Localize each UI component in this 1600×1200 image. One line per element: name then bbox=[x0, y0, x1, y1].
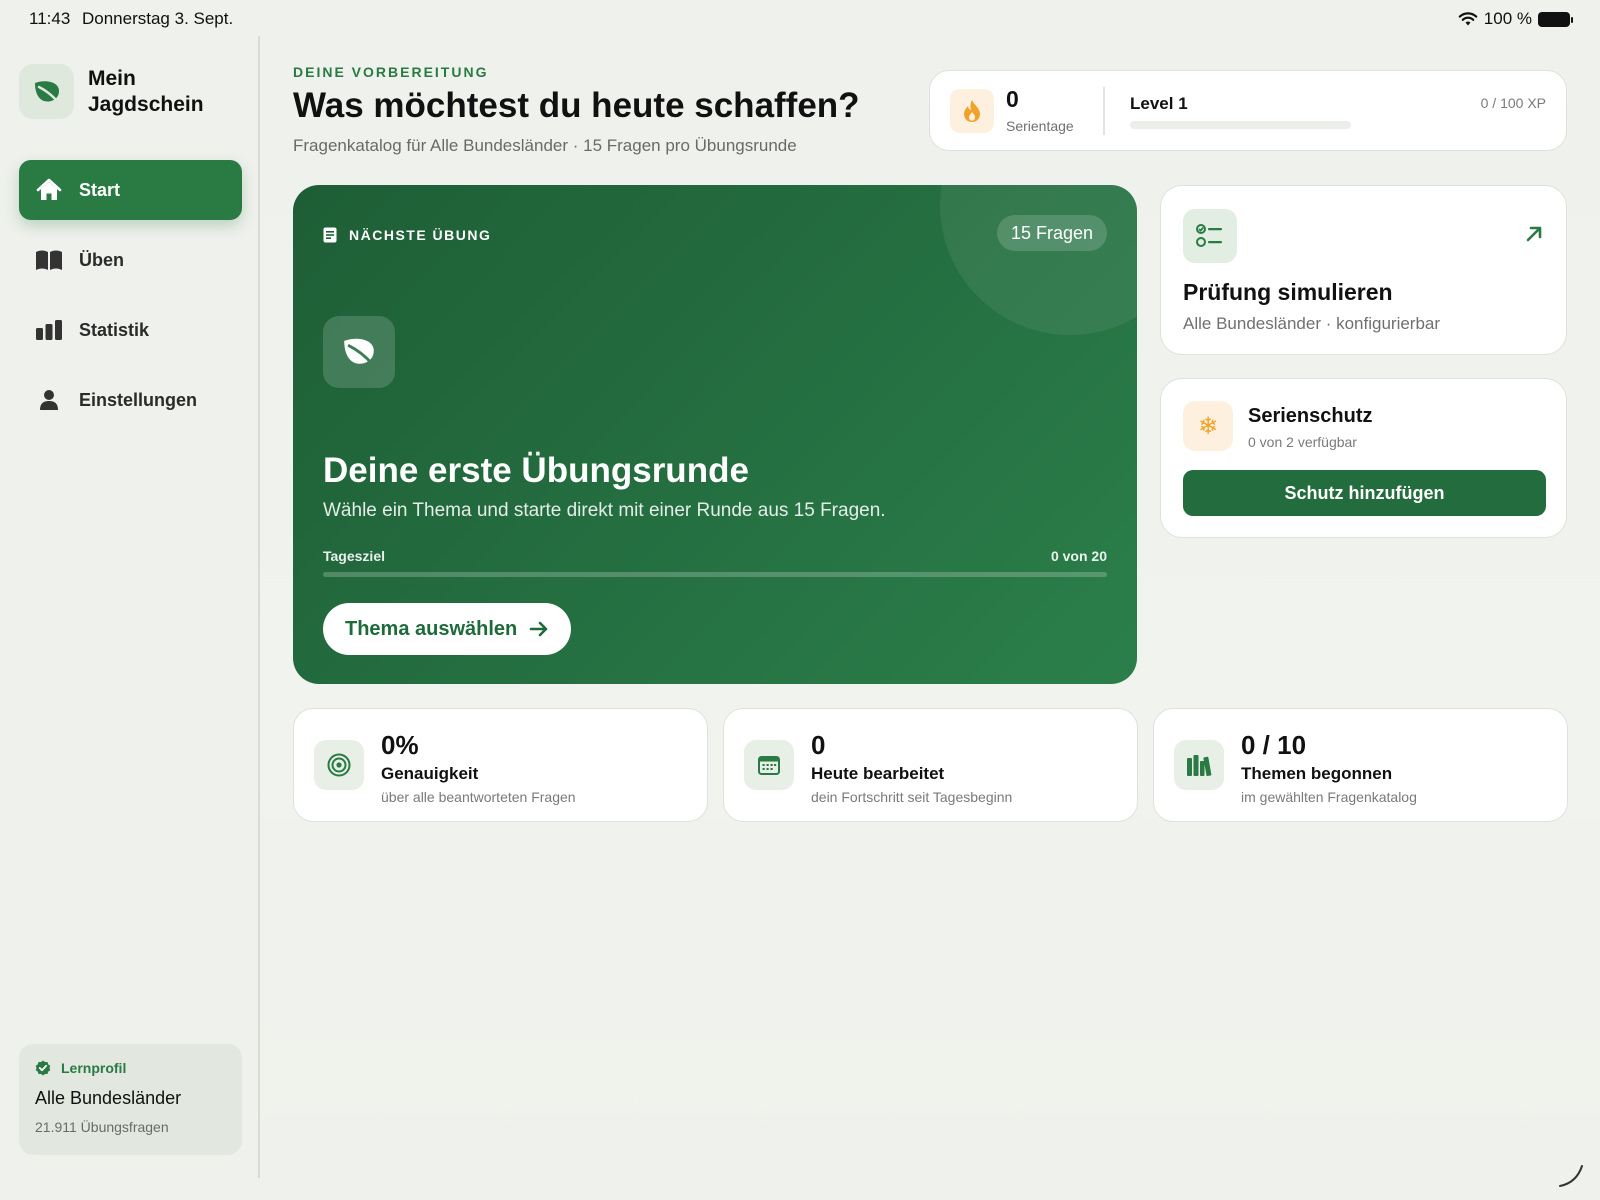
divider bbox=[1103, 87, 1105, 135]
stat-value: 0% bbox=[381, 730, 419, 760]
next-exercise-card: NÄCHSTE ÜBUNG 15 Fragen Deine erste Übun… bbox=[293, 185, 1137, 684]
protection-subtitle: 0 von 2 verfügbar bbox=[1248, 434, 1357, 450]
profile-heading: Lernprofil bbox=[35, 1060, 226, 1076]
brand-name: Mein Jagdschein bbox=[88, 66, 204, 116]
status-bar: 11:43 Donnerstag 3. Sept. 100 % bbox=[0, 0, 1600, 36]
stat-label: Genauigkeit bbox=[381, 764, 479, 783]
battery-percent: 100 % bbox=[1483, 9, 1532, 28]
daily-goal-label: Tagesziel bbox=[323, 548, 385, 564]
stat-today: 0 Heute bearbeitet dein Fortschritt seit… bbox=[723, 708, 1138, 822]
arrow-right-icon bbox=[529, 621, 548, 637]
stat-subtitle: über alle beantworteten Fragen bbox=[381, 789, 576, 805]
progress-card[interactable]: 0 Serientage Level 1 0 / 100 XP bbox=[929, 70, 1567, 151]
document-icon bbox=[323, 227, 337, 243]
xp-label: 0 / 100 XP bbox=[1480, 95, 1546, 111]
sidebar-item-ueben[interactable]: Üben bbox=[19, 230, 242, 290]
stat-subtitle: im gewählten Fragenkatalog bbox=[1241, 789, 1417, 805]
add-protection-button[interactable]: Schutz hinzufügen bbox=[1183, 470, 1546, 516]
sidebar-item-label: Einstellungen bbox=[79, 389, 198, 410]
home-icon bbox=[35, 176, 63, 204]
snowflake-icon: ❄ bbox=[1183, 401, 1233, 451]
hero-eyebrow: NÄCHSTE ÜBUNG bbox=[323, 227, 491, 243]
streak-protection-card: ❄ Serienschutz 0 von 2 verfügbar Schutz … bbox=[1160, 378, 1567, 538]
profile-heading-text: Lernprofil bbox=[61, 1060, 127, 1076]
hero-title: Deine erste Übungsrunde bbox=[323, 451, 749, 490]
streak-label: Serientage bbox=[1006, 118, 1074, 134]
sidebar-item-statistik[interactable]: Statistik bbox=[19, 300, 242, 360]
protection-title: Serienschutz bbox=[1248, 405, 1373, 427]
stat-accuracy: 0% Genauigkeit über alle beantworteten F… bbox=[293, 708, 708, 822]
decorative-circle bbox=[940, 185, 1137, 335]
select-topic-button[interactable]: Thema auswählen bbox=[323, 603, 572, 655]
streak-value: 0 bbox=[1006, 86, 1019, 112]
page-title: Was möchtest du heute schaffen? bbox=[293, 86, 860, 125]
exam-subtitle: Alle Bundesländer · konfigurierbar bbox=[1183, 314, 1441, 333]
page-eyebrow: DEINE VORBEREITUNG bbox=[293, 64, 489, 80]
question-count-badge: 15 Fragen bbox=[996, 215, 1107, 251]
checklist-icon bbox=[1183, 209, 1237, 263]
status-date: Donnerstag 3. Sept. bbox=[82, 9, 234, 28]
stat-label: Heute bearbeitet bbox=[811, 764, 945, 783]
sidebar-item-label: Üben bbox=[79, 249, 124, 270]
sidebar-item-label: Start bbox=[79, 179, 121, 200]
profile-subtitle: 21.911 Übungsfragen bbox=[35, 1119, 169, 1135]
stat-label: Themen begonnen bbox=[1241, 764, 1393, 783]
flame-icon bbox=[950, 89, 994, 133]
sidebar: Mein Jagdschein Start Üben Statistik Ein… bbox=[0, 36, 260, 1178]
calendar-icon bbox=[744, 740, 794, 790]
arrow-up-right-icon bbox=[1526, 226, 1542, 242]
sidebar-item-start[interactable]: Start bbox=[19, 160, 242, 220]
books-icon bbox=[1174, 740, 1224, 790]
leaf-icon bbox=[19, 64, 74, 119]
target-icon bbox=[314, 740, 364, 790]
hero-subtitle: Wähle ein Thema und starte direkt mit ei… bbox=[323, 500, 886, 521]
profile-title: Alle Bundesländer bbox=[35, 1088, 182, 1108]
bar-chart-icon bbox=[35, 316, 63, 344]
wifi-icon bbox=[1458, 11, 1478, 25]
battery-icon bbox=[1538, 11, 1573, 27]
status-right: 100 % bbox=[1458, 9, 1573, 29]
simulate-exam-card[interactable]: Prüfung simulieren Alle Bundesländer · k… bbox=[1160, 185, 1567, 355]
stat-value: 0 bbox=[811, 730, 826, 760]
page-subtitle: Fragenkatalog für Alle Bundesländer · 15… bbox=[293, 136, 797, 155]
verified-icon bbox=[35, 1060, 51, 1076]
daily-goal-count: 0 von 20 bbox=[1050, 548, 1107, 564]
level-label: Level 1 bbox=[1130, 94, 1188, 113]
select-topic-label: Thema auswählen bbox=[345, 617, 518, 640]
leaf-icon bbox=[323, 316, 395, 388]
stat-subtitle: dein Fortschritt seit Tagesbeginn bbox=[811, 789, 1013, 805]
stat-value: 0 / 10 bbox=[1241, 730, 1307, 760]
exam-title: Prüfung simulieren bbox=[1183, 279, 1393, 305]
sidebar-item-einstellungen[interactable]: Einstellungen bbox=[19, 370, 242, 430]
book-icon bbox=[35, 246, 63, 274]
hero-eyebrow-text: NÄCHSTE ÜBUNG bbox=[349, 227, 492, 243]
sidebar-item-label: Statistik bbox=[79, 319, 150, 340]
status-time: 11:43 bbox=[29, 9, 71, 28]
level-progress-bar bbox=[1130, 121, 1351, 129]
learning-profile[interactable]: Lernprofil Alle Bundesländer 21.911 Übun… bbox=[19, 1044, 242, 1155]
resize-handle-icon[interactable] bbox=[1556, 1160, 1584, 1188]
daily-goal-bar bbox=[323, 572, 1107, 577]
person-icon bbox=[35, 386, 63, 414]
stat-topics: 0 / 10 Themen begonnen im gewählten Frag… bbox=[1153, 708, 1568, 822]
sidebar-nav: Start Üben Statistik Einstellungen bbox=[19, 160, 242, 440]
brand[interactable]: Mein Jagdschein bbox=[19, 64, 218, 119]
